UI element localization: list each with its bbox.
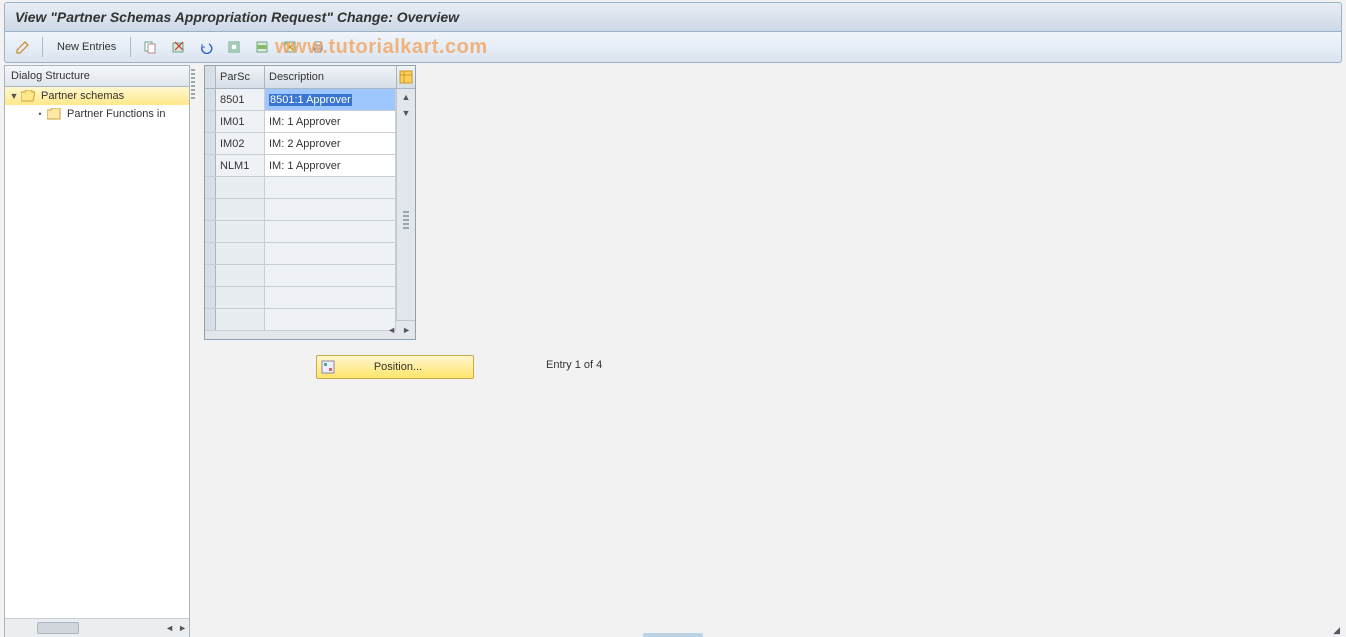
cell-parsc[interactable] [216, 243, 265, 264]
cell-parsc[interactable]: IM02 [216, 133, 265, 154]
cell-description[interactable] [265, 265, 396, 286]
tree-horizontal-scrollbar[interactable]: ◄ ► [5, 618, 189, 637]
tree-bullet-icon: • [35, 109, 45, 119]
position-button-label: Position... [374, 361, 422, 373]
new-entries-button[interactable]: New Entries [50, 35, 123, 59]
cell-description[interactable]: IM: 2 Approver [265, 133, 396, 154]
table-row-empty[interactable] [205, 309, 396, 331]
row-selector[interactable] [205, 287, 216, 308]
cell-parsc[interactable]: 8501 [216, 89, 265, 110]
row-selector[interactable] [205, 199, 216, 220]
resize-grip-icon[interactable]: ◢ [1333, 625, 1340, 636]
cell-parsc[interactable]: IM01 [216, 111, 265, 132]
new-entries-label: New Entries [57, 41, 116, 53]
cell-description[interactable] [265, 243, 396, 264]
cell-parsc[interactable] [216, 287, 265, 308]
table-settings-icon [399, 70, 413, 84]
table-settings-button[interactable] [397, 66, 415, 88]
undo-icon[interactable] [194, 35, 218, 59]
cell-description[interactable]: 8501:1 Approver [265, 89, 396, 110]
row-selector[interactable] [205, 243, 216, 264]
tree-node-partner-functions[interactable]: • Partner Functions in [5, 105, 189, 123]
table-row[interactable]: NLM1IM: 1 Approver [205, 155, 396, 177]
print-icon[interactable] [306, 35, 330, 59]
cell-description[interactable] [265, 309, 396, 330]
table-vertical-scrollbar[interactable]: ▲ ▼ [396, 89, 415, 320]
cell-parsc[interactable] [216, 265, 265, 286]
cell-parsc[interactable] [216, 221, 265, 242]
table-row-empty[interactable] [205, 287, 396, 309]
table-header-row: ParSc Description [205, 66, 415, 89]
status-bar-hint [643, 633, 703, 637]
dialog-structure-tree[interactable]: ▼ Partner schemas • Partner Functions in [5, 87, 189, 618]
deselect-all-icon[interactable] [278, 35, 302, 59]
scroll-left-icon[interactable]: ◄ [165, 623, 174, 633]
row-selector[interactable] [205, 89, 216, 110]
row-selector[interactable] [205, 133, 216, 154]
app-toolbar: New Entries www.tutorialkart.com [4, 32, 1342, 63]
scroll-up-icon[interactable]: ▲ [397, 89, 415, 105]
table-row[interactable]: IM02IM: 2 Approver [205, 133, 396, 155]
table-row-empty[interactable] [205, 199, 396, 221]
column-header-parsc[interactable]: ParSc [216, 66, 265, 88]
tree-node-label: Partner schemas [39, 89, 126, 103]
toolbar-separator [130, 37, 131, 57]
table-row[interactable]: IM01IM: 1 Approver [205, 111, 396, 133]
cell-parsc[interactable] [216, 199, 265, 220]
toolbar-separator [42, 37, 43, 57]
row-selector[interactable] [205, 111, 216, 132]
table-row-empty[interactable] [205, 243, 396, 265]
scrollbar-thumb[interactable] [37, 622, 79, 634]
select-block-icon[interactable] [250, 35, 274, 59]
row-selector[interactable] [205, 155, 216, 176]
position-button[interactable]: Position... [316, 355, 474, 379]
scrollbar-grip-icon [403, 211, 409, 231]
delete-icon[interactable] [166, 35, 190, 59]
tree-node-partner-schemas[interactable]: ▼ Partner schemas [5, 87, 189, 105]
row-selector[interactable] [205, 309, 216, 330]
scroll-right-icon[interactable]: ► [178, 623, 187, 633]
work-area: Dialog Structure ▼ Partner schemas • Par… [4, 65, 1342, 637]
scroll-right-icon[interactable]: ► [402, 325, 411, 335]
cell-parsc[interactable]: NLM1 [216, 155, 265, 176]
cell-parsc[interactable] [216, 309, 265, 330]
dialog-structure-panel: Dialog Structure ▼ Partner schemas • Par… [4, 65, 190, 637]
table-row-empty[interactable] [205, 177, 396, 199]
cell-parsc[interactable] [216, 177, 265, 198]
scroll-left-icon[interactable]: ◄ [387, 325, 396, 335]
tree-expand-icon[interactable]: ▼ [9, 91, 19, 101]
table-rows-area: 85018501:1 ApproverIM01IM: 1 ApproverIM0… [205, 89, 396, 320]
tree-node-label: Partner Functions in [65, 107, 167, 121]
column-header-description[interactable]: Description [265, 66, 397, 88]
table-row-empty[interactable] [205, 265, 396, 287]
select-all-icon[interactable] [222, 35, 246, 59]
cell-description[interactable] [265, 177, 396, 198]
toggle-change-icon[interactable] [11, 35, 35, 59]
row-selector-header[interactable] [205, 66, 216, 88]
partner-schemas-table: ParSc Description 85018501:1 ApproverIM0… [204, 65, 416, 340]
window-title-bar: View "Partner Schemas Appropriation Requ… [4, 2, 1342, 32]
cell-description[interactable] [265, 221, 396, 242]
window-title: View "Partner Schemas Appropriation Requ… [15, 9, 459, 25]
row-selector[interactable] [205, 177, 216, 198]
row-selector[interactable] [205, 265, 216, 286]
row-selector[interactable] [205, 221, 216, 242]
main-content-area: ParSc Description 85018501:1 ApproverIM0… [196, 65, 1342, 637]
entry-count-text: Entry 1 of 4 [546, 359, 602, 371]
scroll-down-icon[interactable]: ▼ [397, 105, 415, 121]
table-row-empty[interactable] [205, 221, 396, 243]
cell-description[interactable] [265, 287, 396, 308]
position-icon [321, 360, 335, 374]
copy-icon[interactable] [138, 35, 162, 59]
cell-description[interactable]: IM: 1 Approver [265, 155, 396, 176]
folder-icon [47, 108, 61, 120]
table-row[interactable]: 85018501:1 Approver [205, 89, 396, 111]
cell-description[interactable] [265, 199, 396, 220]
dialog-structure-header: Dialog Structure [5, 66, 189, 87]
cell-description[interactable]: IM: 1 Approver [265, 111, 396, 132]
folder-open-icon [21, 90, 35, 102]
